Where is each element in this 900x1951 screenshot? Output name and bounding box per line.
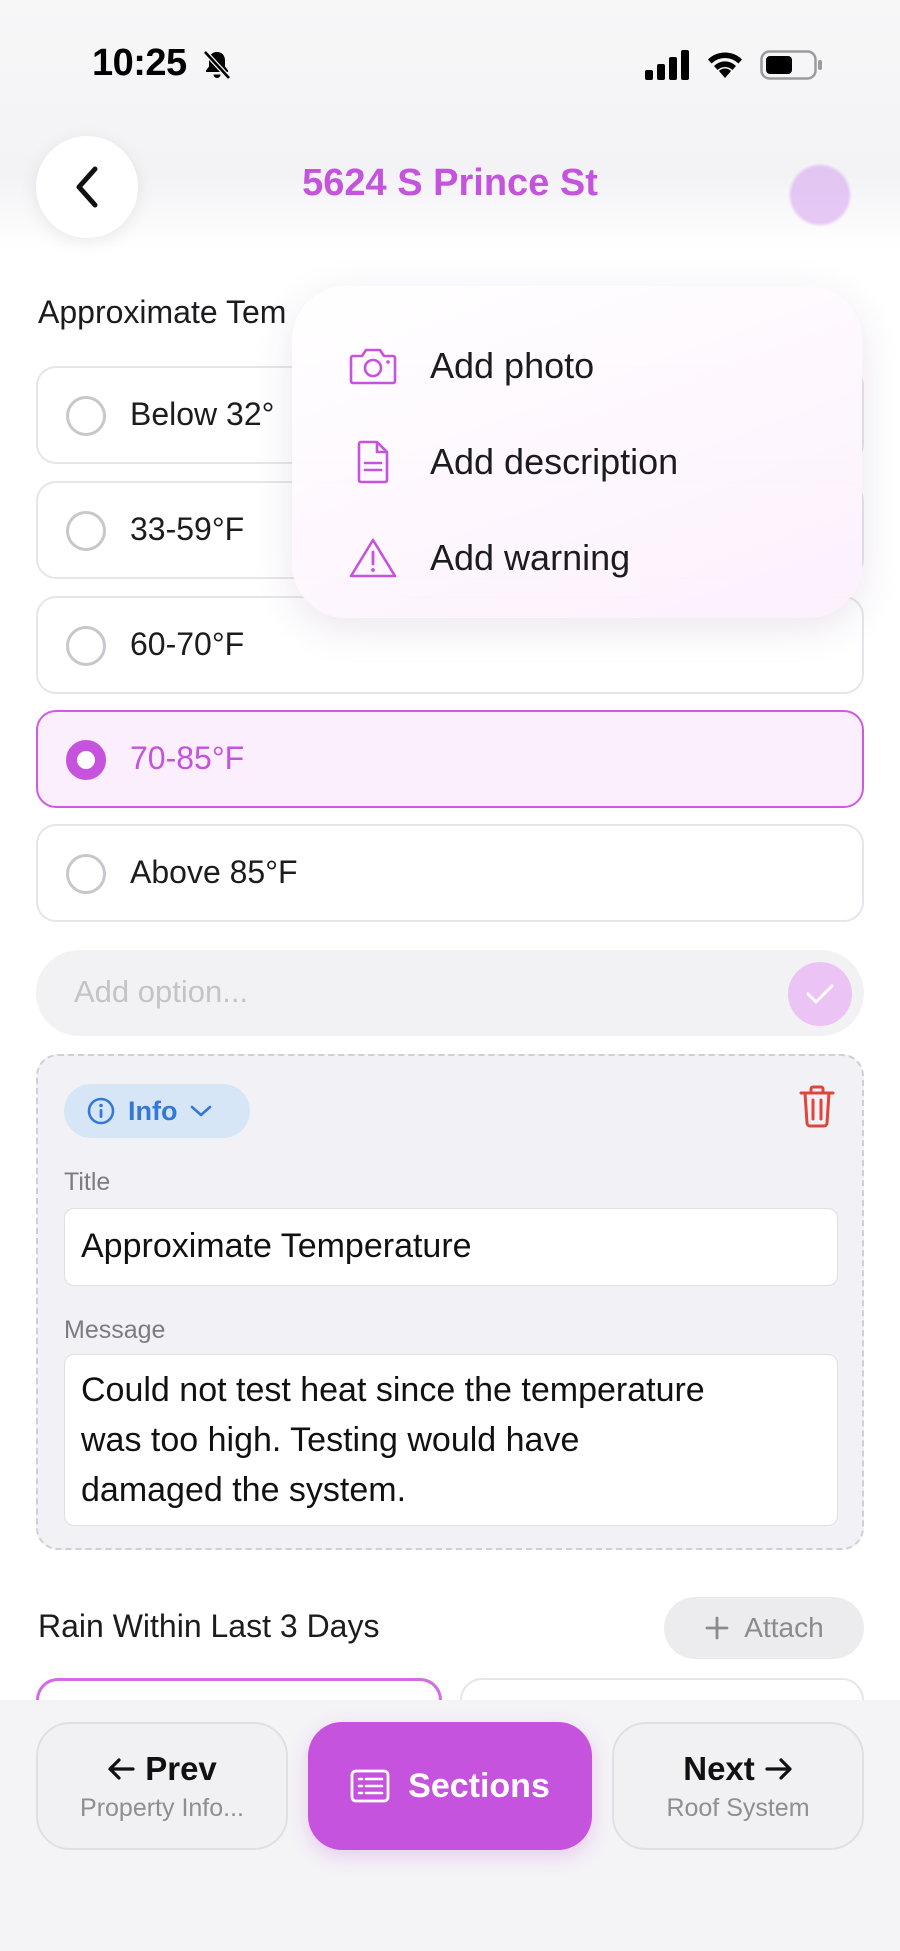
next-sublabel: Roof System xyxy=(666,1793,810,1822)
status-time: 10:25 xyxy=(92,42,187,84)
message-line: was too high. Testing would have xyxy=(81,1421,580,1459)
bell-muted-icon xyxy=(203,50,231,80)
prev-sublabel: Property Info... xyxy=(80,1793,244,1822)
next-button[interactable]: Next Roof System xyxy=(612,1722,864,1850)
prev-label: Prev xyxy=(145,1749,217,1787)
attach-button[interactable]: Attach xyxy=(664,1597,864,1659)
info-note-card: Info Title Approximate Temperature Messa… xyxy=(36,1054,864,1550)
radio-button[interactable] xyxy=(66,854,106,894)
wifi-icon xyxy=(708,52,742,78)
plus-icon xyxy=(705,1616,729,1640)
option-label: 33-59°F xyxy=(130,511,245,547)
option-above-85[interactable]: Above 85°F xyxy=(36,824,864,922)
message-textarea[interactable]: Could not test heat since the temperatur… xyxy=(64,1354,838,1526)
cellular-signal-icon xyxy=(645,50,689,80)
option-70-85-selected[interactable]: 70-85°F xyxy=(36,710,864,808)
add-option-placeholder: Add option... xyxy=(74,974,249,1009)
radio-button[interactable] xyxy=(66,511,106,551)
sections-button[interactable]: Sections xyxy=(308,1722,592,1850)
title-input[interactable]: Approximate Temperature xyxy=(64,1208,838,1286)
message-field-label: Message xyxy=(64,1316,166,1344)
menu-item-label: Add description xyxy=(430,441,679,482)
option-label: Above 85°F xyxy=(130,854,298,890)
chevron-down-icon xyxy=(191,1105,212,1117)
warning-icon xyxy=(349,538,397,578)
add-item-popup-menu: Add photo Add description Add warning xyxy=(292,286,862,618)
list-icon xyxy=(350,1769,390,1803)
option-label: 60-70°F xyxy=(130,626,245,662)
menu-item-label: Add warning xyxy=(430,537,631,578)
attach-label: Attach xyxy=(744,1612,824,1643)
sections-label: Sections xyxy=(408,1766,550,1805)
info-circle-icon xyxy=(87,1097,115,1125)
checkmark-icon xyxy=(806,984,834,1004)
document-icon xyxy=(357,440,389,484)
confirm-add-option-button[interactable] xyxy=(788,962,852,1026)
menu-item-label: Add photo xyxy=(430,345,595,386)
radio-button[interactable] xyxy=(66,396,106,436)
next-label: Next xyxy=(683,1749,755,1787)
menu-item-add-photo[interactable]: Add photo xyxy=(348,336,594,396)
prev-button[interactable]: Prev Property Info... xyxy=(36,1722,288,1850)
add-option-input[interactable]: Add option... xyxy=(36,950,864,1036)
question-label: Approximate Tem xyxy=(38,294,287,330)
option-label: 70-85°F xyxy=(130,740,245,776)
message-line: damaged the system. xyxy=(81,1471,407,1509)
radio-button[interactable] xyxy=(66,626,106,666)
menu-item-add-warning[interactable]: Add warning xyxy=(348,528,630,588)
menu-item-add-description[interactable]: Add description xyxy=(348,432,678,492)
note-type-dropdown[interactable]: Info xyxy=(64,1084,250,1138)
message-line: Could not test heat since the temperatur… xyxy=(81,1371,705,1409)
camera-icon xyxy=(349,348,397,385)
page-title: 5624 S Prince St xyxy=(302,162,598,204)
option-label: Below 32° xyxy=(130,396,275,432)
question-label-rain: Rain Within Last 3 Days xyxy=(38,1608,380,1644)
note-type-label: Info xyxy=(128,1095,178,1126)
arrow-left-icon xyxy=(108,1757,135,1780)
battery-icon xyxy=(760,50,822,80)
title-input-value: Approximate Temperature xyxy=(81,1227,472,1265)
radio-button-selected[interactable] xyxy=(66,740,106,780)
arrow-right-icon xyxy=(765,1757,792,1780)
title-field-label: Title xyxy=(64,1168,111,1196)
trash-icon[interactable] xyxy=(798,1084,836,1128)
